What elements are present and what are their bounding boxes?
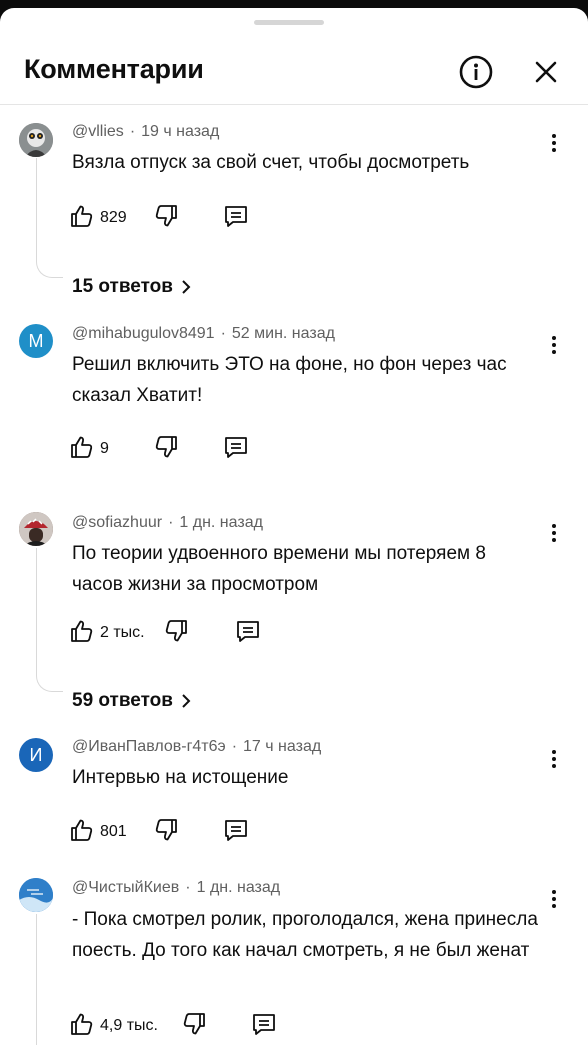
comment-time[interactable]: 1 дн. назад xyxy=(179,514,263,531)
comment-actions: 9 xyxy=(68,433,288,465)
page-title: Комментарии xyxy=(24,54,204,84)
header-divider xyxy=(0,104,588,105)
replies-label: 59 ответов xyxy=(72,690,173,711)
comment-text: Вязла отпуск за свой счет, чтобы досмотр… xyxy=(72,152,470,173)
comment-meta: @vllies · 19 ч назад xyxy=(72,123,220,140)
reply-button[interactable] xyxy=(234,617,262,649)
comment-author[interactable]: @vllies xyxy=(72,123,124,140)
comment-actions: 801 xyxy=(68,816,288,848)
reply-button[interactable] xyxy=(222,202,250,234)
thumb-down-icon xyxy=(180,1010,208,1043)
header: Комментарии xyxy=(0,38,588,106)
chevron-right-icon xyxy=(179,693,193,709)
comment-actions: 4,9 тыс. xyxy=(68,1010,288,1042)
comment-text: Интервью на истощение xyxy=(72,767,289,788)
comment-meta: @ЧистыйКиев · 1 дн. назад xyxy=(72,879,281,896)
replies-label: 15 ответов xyxy=(72,276,173,297)
thumb-down-icon xyxy=(152,433,180,466)
reply-icon xyxy=(222,202,250,235)
dislike-button[interactable] xyxy=(152,816,180,848)
like-button[interactable]: 801 xyxy=(68,816,127,848)
more-vert-icon[interactable] xyxy=(540,128,568,158)
comment-actions: 2 тыс. xyxy=(68,617,288,649)
info-icon[interactable] xyxy=(456,52,496,92)
comment-meta: @mihabugulov8491 · 52 мин. назад xyxy=(72,325,335,342)
thumb-up-icon xyxy=(68,202,96,235)
dislike-button[interactable] xyxy=(152,202,180,234)
comment-text: Решил включить ЭТО на фоне, но фон через… xyxy=(72,354,507,406)
comment-text: - Пока смотрел ролик, проголодался, жена… xyxy=(72,909,538,961)
comment-time[interactable]: 1 дн. назад xyxy=(197,879,281,896)
like-button[interactable]: 829 xyxy=(68,202,127,234)
dislike-button[interactable] xyxy=(152,433,180,465)
like-button[interactable]: 4,9 тыс. xyxy=(68,1010,158,1042)
thumb-up-icon xyxy=(68,617,96,650)
comment-time[interactable]: 17 ч назад xyxy=(243,738,321,755)
like-button[interactable]: 2 тыс. xyxy=(68,617,145,649)
thumb-up-icon xyxy=(68,816,96,849)
reply-icon xyxy=(250,1010,278,1043)
replies-button[interactable]: 15 ответов xyxy=(72,276,193,298)
comment-author[interactable]: @mihabugulov8491 xyxy=(72,325,215,342)
thread-line xyxy=(36,914,63,1045)
like-count: 9 xyxy=(100,440,109,457)
reply-button[interactable] xyxy=(222,816,250,848)
comment-author[interactable]: @ИванПавлов-г4т6э xyxy=(72,738,226,755)
more-vert-icon[interactable] xyxy=(540,330,568,360)
drag-handle[interactable] xyxy=(254,20,324,25)
chevron-right-icon xyxy=(179,279,193,295)
comment-text: По теории удвоенного времени мы потеряем… xyxy=(72,543,486,595)
avatar[interactable]: И xyxy=(19,738,53,772)
comment-meta: @sofiazhuur · 1 дн. назад xyxy=(72,514,263,531)
like-count: 4,9 тыс. xyxy=(100,1017,158,1034)
avatar[interactable] xyxy=(19,512,53,546)
comment-author[interactable]: @ЧистыйКиев xyxy=(72,879,179,896)
like-count: 829 xyxy=(100,209,127,226)
reply-button[interactable] xyxy=(222,433,250,465)
comment-time[interactable]: 19 ч назад xyxy=(141,123,219,140)
comment-time[interactable]: 52 мин. назад xyxy=(232,325,335,342)
reply-icon xyxy=(222,816,250,849)
like-count: 2 тыс. xyxy=(100,624,145,641)
replies-button[interactable]: 59 ответов xyxy=(72,690,193,712)
dislike-button[interactable] xyxy=(180,1010,208,1042)
avatar[interactable]: M xyxy=(19,324,53,358)
more-vert-icon[interactable] xyxy=(540,884,568,914)
thread-line xyxy=(36,158,63,278)
more-vert-icon[interactable] xyxy=(540,744,568,774)
more-vert-icon[interactable] xyxy=(540,518,568,548)
thread-line xyxy=(36,548,63,692)
like-count: 801 xyxy=(100,823,127,840)
comment-author[interactable]: @sofiazhuur xyxy=(72,514,162,531)
comment-meta: @ИванПавлов-г4т6э · 17 ч назад xyxy=(72,738,322,755)
like-button[interactable]: 9 xyxy=(68,433,109,465)
reply-icon xyxy=(222,433,250,466)
reply-icon xyxy=(234,617,262,650)
avatar[interactable] xyxy=(19,123,53,157)
comments-sheet: Комментарии @vllies · 19 ч назад Вязла о… xyxy=(0,8,588,1045)
dislike-button[interactable] xyxy=(162,617,190,649)
thumb-down-icon xyxy=(152,202,180,235)
thumb-down-icon xyxy=(162,617,190,650)
thumb-down-icon xyxy=(152,816,180,849)
thumb-up-icon xyxy=(68,433,96,466)
reply-button[interactable] xyxy=(250,1010,278,1042)
close-icon[interactable] xyxy=(526,52,566,92)
avatar[interactable] xyxy=(19,878,53,912)
comment-actions: 829 xyxy=(68,202,288,234)
thumb-up-icon xyxy=(68,1010,96,1043)
